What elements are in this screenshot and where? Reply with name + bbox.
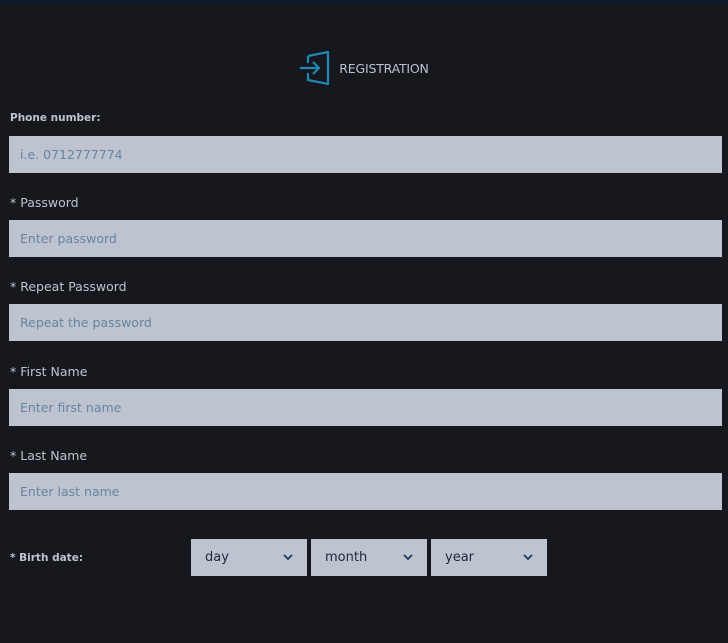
repeat-password-label: * Repeat Password [10,279,127,294]
password-label: * Password [10,195,79,210]
first-name-input[interactable] [9,389,722,426]
top-strip [0,0,728,3]
chevron-down-icon [523,554,533,561]
birth-month-select[interactable]: month [311,539,427,576]
registration-header: REGISTRATION [0,48,728,88]
first-name-label: * First Name [10,364,88,379]
birth-month-value: month [325,550,368,565]
last-name-label: * Last Name [10,448,88,463]
birth-year-value: year [445,550,475,565]
last-name-input[interactable] [9,473,722,510]
birth-date-label: * Birth date: [10,552,84,564]
birth-year-select[interactable]: year [431,539,547,576]
password-input[interactable] [9,220,722,257]
birth-day-value: day [205,550,229,565]
chevron-down-icon [283,554,293,561]
phone-number-label: Phone number: [10,112,101,124]
repeat-password-input[interactable] [9,304,722,341]
birth-day-select[interactable]: day [191,539,307,576]
phone-number-input[interactable] [9,136,722,173]
chevron-down-icon [403,554,413,561]
page-title: REGISTRATION [339,60,429,76]
sign-in-icon [300,51,330,85]
